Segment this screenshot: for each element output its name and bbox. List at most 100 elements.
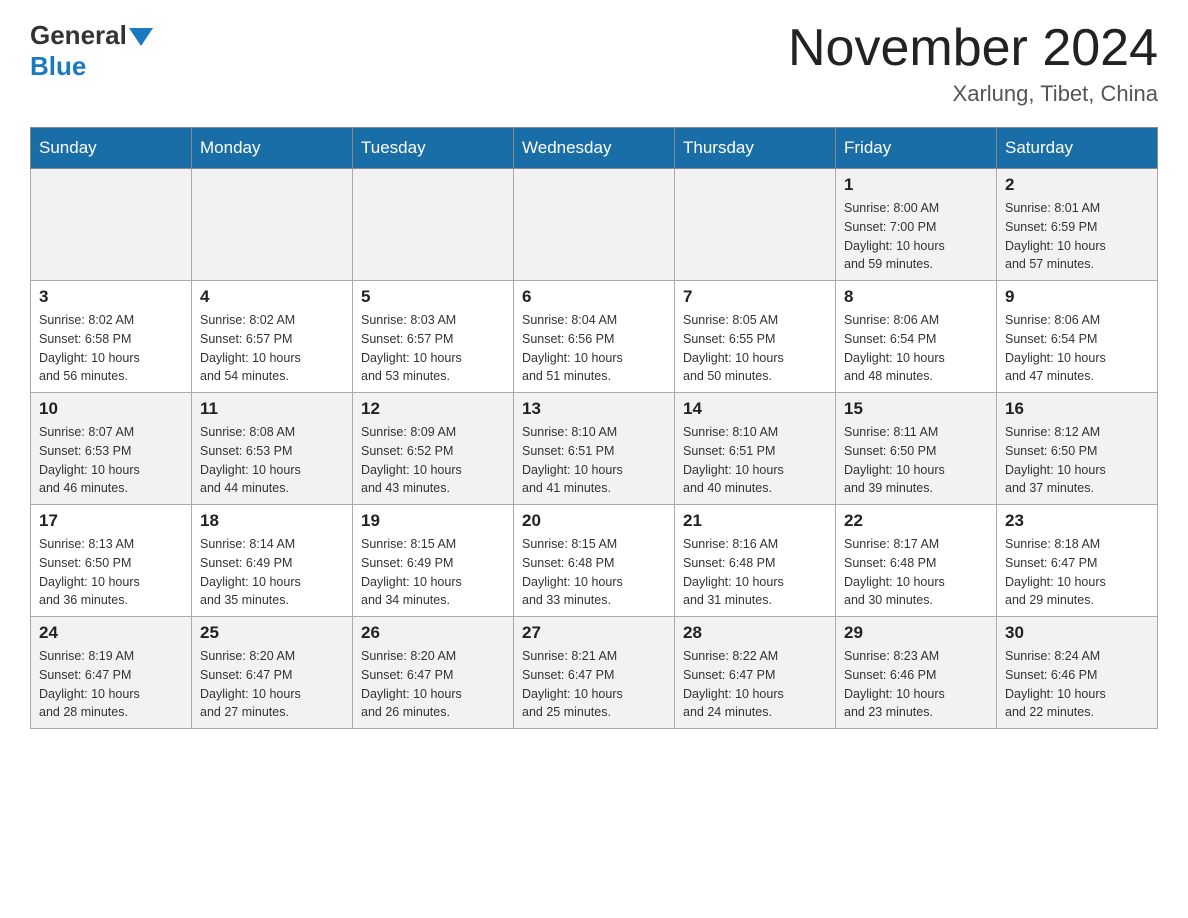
logo-general: General [30, 20, 153, 51]
day-number: 17 [39, 511, 183, 531]
day-info: Sunrise: 8:18 AM Sunset: 6:47 PM Dayligh… [1005, 535, 1149, 610]
day-info: Sunrise: 8:05 AM Sunset: 6:55 PM Dayligh… [683, 311, 827, 386]
day-info: Sunrise: 8:02 AM Sunset: 6:58 PM Dayligh… [39, 311, 183, 386]
calendar-week-row: 3Sunrise: 8:02 AM Sunset: 6:58 PM Daylig… [31, 281, 1158, 393]
day-info: Sunrise: 8:24 AM Sunset: 6:46 PM Dayligh… [1005, 647, 1149, 722]
day-info: Sunrise: 8:08 AM Sunset: 6:53 PM Dayligh… [200, 423, 344, 498]
day-info: Sunrise: 8:15 AM Sunset: 6:48 PM Dayligh… [522, 535, 666, 610]
day-number: 14 [683, 399, 827, 419]
calendar-day-cell: 15Sunrise: 8:11 AM Sunset: 6:50 PM Dayli… [836, 393, 997, 505]
day-number: 21 [683, 511, 827, 531]
day-info: Sunrise: 8:00 AM Sunset: 7:00 PM Dayligh… [844, 199, 988, 274]
day-number: 16 [1005, 399, 1149, 419]
day-number: 5 [361, 287, 505, 307]
day-number: 27 [522, 623, 666, 643]
calendar-day-cell: 6Sunrise: 8:04 AM Sunset: 6:56 PM Daylig… [514, 281, 675, 393]
calendar-day-cell: 29Sunrise: 8:23 AM Sunset: 6:46 PM Dayli… [836, 617, 997, 729]
calendar-day-cell: 25Sunrise: 8:20 AM Sunset: 6:47 PM Dayli… [192, 617, 353, 729]
calendar-day-cell: 19 Sunrise: 8:15 AM Sunset: 6:49 PM Dayli… [353, 505, 514, 617]
day-info: Sunrise: 8:09 AM Sunset: 6:52 PM Dayligh… [361, 423, 505, 498]
logo: General Blue [30, 20, 153, 82]
day-number: 2 [1005, 175, 1149, 195]
title-area: November 2024 Xarlung, Tibet, China [788, 20, 1158, 107]
day-number: 23 [1005, 511, 1149, 531]
calendar-day-header: Wednesday [514, 128, 675, 169]
calendar-week-row: 17 Sunrise: 8:13 AM Sunset: 6:50 PM Dayli… [31, 505, 1158, 617]
day-number: 7 [683, 287, 827, 307]
calendar-day-cell: 11 Sunrise: 8:08 AM Sunset: 6:53 PM Dayli… [192, 393, 353, 505]
day-number: 24 [39, 623, 183, 643]
day-number: 13 [522, 399, 666, 419]
calendar-day-cell: 30 Sunrise: 8:24 AM Sunset: 6:46 PM Dayli… [997, 617, 1158, 729]
day-info: Sunrise: 8:20 AM Sunset: 6:47 PM Dayligh… [361, 647, 505, 722]
day-info: Sunrise: 8:13 AM Sunset: 6:50 PM Dayligh… [39, 535, 183, 610]
calendar-header-row: SundayMondayTuesdayWednesdayThursdayFrid… [31, 128, 1158, 169]
calendar-day-cell: 21 Sunrise: 8:16 AM Sunset: 6:48 PM Dayli… [675, 505, 836, 617]
day-number: 8 [844, 287, 988, 307]
calendar-table: SundayMondayTuesdayWednesdayThursdayFrid… [30, 127, 1158, 729]
day-info: Sunrise: 8:02 AM Sunset: 6:57 PM Dayligh… [200, 311, 344, 386]
day-info: Sunrise: 8:19 AM Sunset: 6:47 PM Dayligh… [39, 647, 183, 722]
day-number: 4 [200, 287, 344, 307]
calendar-day-cell: 3Sunrise: 8:02 AM Sunset: 6:58 PM Daylig… [31, 281, 192, 393]
day-number: 6 [522, 287, 666, 307]
day-info: Sunrise: 8:15 AM Sunset: 6:49 PM Dayligh… [361, 535, 505, 610]
calendar-day-cell: 23 Sunrise: 8:18 AM Sunset: 6:47 PM Dayli… [997, 505, 1158, 617]
calendar-day-cell: 1 Sunrise: 8:00 AM Sunset: 7:00 PM Daylig… [836, 169, 997, 281]
day-info: Sunrise: 8:06 AM Sunset: 6:54 PM Dayligh… [844, 311, 988, 386]
day-number: 19 [361, 511, 505, 531]
day-info: Sunrise: 8:22 AM Sunset: 6:47 PM Dayligh… [683, 647, 827, 722]
calendar-day-header: Friday [836, 128, 997, 169]
day-info: Sunrise: 8:20 AM Sunset: 6:47 PM Dayligh… [200, 647, 344, 722]
day-number: 18 [200, 511, 344, 531]
day-number: 12 [361, 399, 505, 419]
day-info: Sunrise: 8:10 AM Sunset: 6:51 PM Dayligh… [683, 423, 827, 498]
calendar-day-cell: 22Sunrise: 8:17 AM Sunset: 6:48 PM Dayli… [836, 505, 997, 617]
day-info: Sunrise: 8:14 AM Sunset: 6:49 PM Dayligh… [200, 535, 344, 610]
day-number: 20 [522, 511, 666, 531]
page-header: General Blue November 2024 Xarlung, Tibe… [30, 20, 1158, 107]
day-number: 22 [844, 511, 988, 531]
calendar-day-cell: 13 Sunrise: 8:10 AM Sunset: 6:51 PM Dayli… [514, 393, 675, 505]
calendar-day-header: Thursday [675, 128, 836, 169]
logo-general-text: General [30, 20, 127, 51]
day-number: 1 [844, 175, 988, 195]
calendar-day-cell [192, 169, 353, 281]
day-info: Sunrise: 8:11 AM Sunset: 6:50 PM Dayligh… [844, 423, 988, 498]
day-number: 30 [1005, 623, 1149, 643]
calendar-day-cell: 16 Sunrise: 8:12 AM Sunset: 6:50 PM Dayli… [997, 393, 1158, 505]
day-number: 9 [1005, 287, 1149, 307]
day-info: Sunrise: 8:06 AM Sunset: 6:54 PM Dayligh… [1005, 311, 1149, 386]
day-number: 10 [39, 399, 183, 419]
day-number: 29 [844, 623, 988, 643]
month-title: November 2024 [788, 20, 1158, 77]
calendar-day-cell: 9 Sunrise: 8:06 AM Sunset: 6:54 PM Daylig… [997, 281, 1158, 393]
calendar-day-cell: 24 Sunrise: 8:19 AM Sunset: 6:47 PM Dayli… [31, 617, 192, 729]
calendar-week-row: 10 Sunrise: 8:07 AM Sunset: 6:53 PM Dayli… [31, 393, 1158, 505]
day-info: Sunrise: 8:12 AM Sunset: 6:50 PM Dayligh… [1005, 423, 1149, 498]
calendar-day-cell: 2Sunrise: 8:01 AM Sunset: 6:59 PM Daylig… [997, 169, 1158, 281]
calendar-day-cell: 26Sunrise: 8:20 AM Sunset: 6:47 PM Dayli… [353, 617, 514, 729]
calendar-week-row: 24 Sunrise: 8:19 AM Sunset: 6:47 PM Dayli… [31, 617, 1158, 729]
calendar-day-cell: 27Sunrise: 8:21 AM Sunset: 6:47 PM Dayli… [514, 617, 675, 729]
calendar-week-row: 1 Sunrise: 8:00 AM Sunset: 7:00 PM Daylig… [31, 169, 1158, 281]
day-info: Sunrise: 8:07 AM Sunset: 6:53 PM Dayligh… [39, 423, 183, 498]
calendar-day-cell: 17 Sunrise: 8:13 AM Sunset: 6:50 PM Dayli… [31, 505, 192, 617]
calendar-day-cell: 28Sunrise: 8:22 AM Sunset: 6:47 PM Dayli… [675, 617, 836, 729]
location: Xarlung, Tibet, China [788, 81, 1158, 107]
day-number: 11 [200, 399, 344, 419]
day-info: Sunrise: 8:03 AM Sunset: 6:57 PM Dayligh… [361, 311, 505, 386]
calendar-day-cell: 8 Sunrise: 8:06 AM Sunset: 6:54 PM Daylig… [836, 281, 997, 393]
calendar-day-cell: 4 Sunrise: 8:02 AM Sunset: 6:57 PM Daylig… [192, 281, 353, 393]
day-info: Sunrise: 8:16 AM Sunset: 6:48 PM Dayligh… [683, 535, 827, 610]
day-info: Sunrise: 8:10 AM Sunset: 6:51 PM Dayligh… [522, 423, 666, 498]
calendar-day-cell: 7 Sunrise: 8:05 AM Sunset: 6:55 PM Daylig… [675, 281, 836, 393]
calendar-day-cell [31, 169, 192, 281]
calendar-day-header: Saturday [997, 128, 1158, 169]
calendar-day-cell: 10 Sunrise: 8:07 AM Sunset: 6:53 PM Dayli… [31, 393, 192, 505]
calendar-day-header: Sunday [31, 128, 192, 169]
calendar-day-header: Monday [192, 128, 353, 169]
logo-triangle-icon [129, 28, 153, 46]
logo-blue-text: Blue [30, 51, 86, 82]
calendar-day-header: Tuesday [353, 128, 514, 169]
